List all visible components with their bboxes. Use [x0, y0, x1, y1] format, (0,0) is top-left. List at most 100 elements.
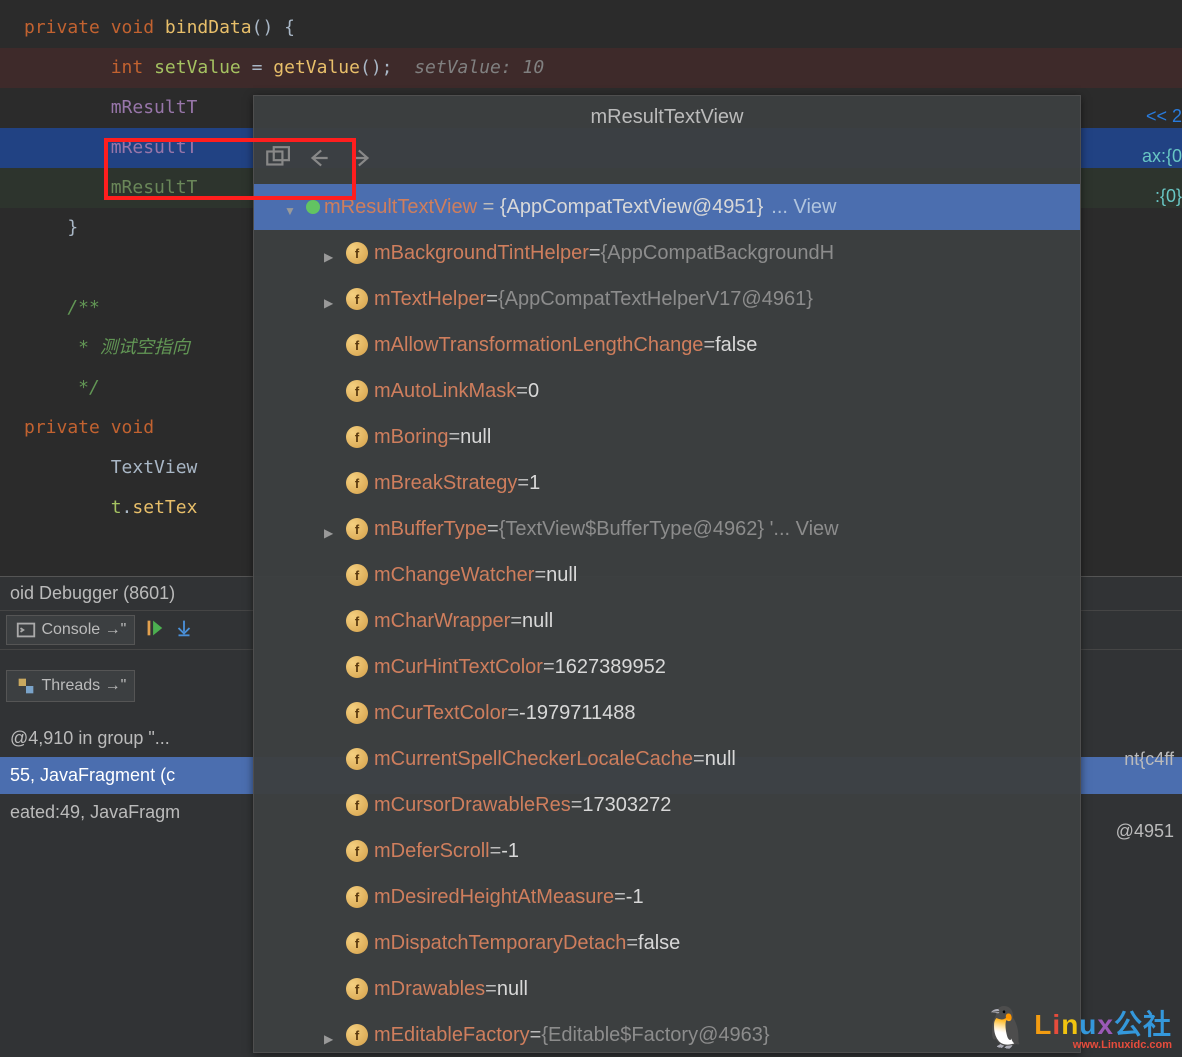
- field-value: null: [497, 978, 528, 1001]
- field-value: {AppCompatBackgroundH: [601, 242, 834, 265]
- field-value: -1979711488: [519, 702, 635, 725]
- tree-field-row[interactable]: fmChangeWatcher = null: [254, 552, 1080, 598]
- equals: =: [510, 610, 522, 633]
- tree-field-row[interactable]: f mCurHintTextColor = 1627389952: [254, 644, 1080, 690]
- threads-tab[interactable]: Threads →": [6, 670, 135, 702]
- tree-field-row[interactable]: fmAllowTransformationLengthChange = fals…: [254, 322, 1080, 368]
- field-value: null: [546, 564, 577, 587]
- equals: =: [485, 978, 497, 1001]
- tree-field-row[interactable]: fmCharWrapper = null: [254, 598, 1080, 644]
- equals: =: [614, 886, 626, 909]
- field-icon: f: [346, 610, 368, 632]
- tree-field-row[interactable]: fmAutoLinkMask = 0: [254, 368, 1080, 414]
- annotation: << 2: [1146, 96, 1182, 136]
- arrow-spacer: [324, 750, 342, 768]
- threads-icon: [15, 675, 37, 697]
- tree-field-row[interactable]: fmDesiredHeightAtMeasure = -1: [254, 874, 1080, 920]
- tree-field-row[interactable]: fmBackgroundTintHelper = {AppCompatBackg…: [254, 230, 1080, 276]
- annotation: :{0}: [1155, 176, 1182, 216]
- field-value: 1627389952: [555, 656, 666, 679]
- arrow-spacer: [324, 566, 342, 584]
- tree-field-row[interactable]: fmCurrentSpellCheckerLocaleCache = null: [254, 736, 1080, 782]
- arrow-spacer: [324, 934, 342, 952]
- expand-arrow-icon[interactable]: [324, 290, 342, 308]
- tree-field-row[interactable]: f mDrawables = null: [254, 966, 1080, 1012]
- expand-arrow-icon[interactable]: [324, 520, 342, 538]
- field-value: {TextView$BufferType@4962} '... View: [499, 518, 839, 541]
- field-icon: f: [346, 840, 368, 862]
- tree-field-row[interactable]: fmDeferScroll = -1: [254, 828, 1080, 874]
- field-name: mEditableFactory: [374, 1024, 530, 1047]
- field-name: mDispatchTemporaryDetach: [374, 932, 626, 955]
- code-line: private void bindData() {: [24, 8, 1182, 48]
- equals: =: [516, 380, 528, 403]
- tree-field-row[interactable]: fmEditableFactory = {Editable$Factory@49…: [254, 1012, 1080, 1052]
- equals: =: [626, 932, 638, 955]
- console-tab[interactable]: Console →": [6, 615, 135, 645]
- arrow-spacer: [324, 704, 342, 722]
- field-icon: f: [346, 288, 368, 310]
- arrow-spacer: [324, 428, 342, 446]
- tree-field-row[interactable]: fmBufferType = {TextView$BufferType@4962…: [254, 506, 1080, 552]
- evaluate-icon[interactable]: [264, 145, 290, 176]
- tree-field-row[interactable]: fmTextHelper = {AppCompatTextHelperV17@4…: [254, 276, 1080, 322]
- field-icon: f: [346, 564, 368, 586]
- field-icon: f: [346, 702, 368, 724]
- field-icon: f: [346, 380, 368, 402]
- arrow-spacer: [324, 612, 342, 630]
- annotation: ax:{0: [1142, 136, 1182, 176]
- forward-arrow-icon[interactable]: [348, 145, 374, 176]
- tree-field-row[interactable]: fmBreakStrategy = 1: [254, 460, 1080, 506]
- back-arrow-icon[interactable]: [306, 145, 332, 176]
- view-link[interactable]: ... View: [771, 196, 836, 219]
- field-icon: f: [346, 518, 368, 540]
- field-name: mCurHintTextColor: [374, 656, 543, 679]
- field-value: null: [705, 748, 736, 771]
- equals: =: [530, 1024, 542, 1047]
- arrow-spacer: [324, 796, 342, 814]
- tree-field-row[interactable]: fmBoring = null: [254, 414, 1080, 460]
- frame-info: nt{c4ff: [1124, 749, 1174, 770]
- field-name: mDrawables: [374, 978, 485, 1001]
- expand-arrow-icon[interactable]: [284, 198, 302, 216]
- equals: =: [507, 702, 519, 725]
- field-icon: f: [346, 794, 368, 816]
- step-down-icon[interactable]: [173, 617, 195, 644]
- field-name: mBoring: [374, 426, 448, 449]
- field-icon: f: [346, 242, 368, 264]
- field-name: mBreakStrategy: [374, 472, 517, 495]
- equals: =: [487, 518, 499, 541]
- field-name: mAutoLinkMask: [374, 380, 516, 403]
- equals: =: [693, 748, 705, 771]
- popup-tree[interactable]: mResultTextView = {AppCompatTextView@495…: [254, 184, 1080, 1052]
- equals: =: [486, 288, 498, 311]
- tree-root[interactable]: mResultTextView = {AppCompatTextView@495…: [254, 184, 1080, 230]
- equals: =: [703, 334, 715, 357]
- field-value: {AppCompatTextHelperV17@4961}: [498, 288, 813, 311]
- tree-field-row[interactable]: fmCursorDrawableRes = 17303272: [254, 782, 1080, 828]
- arrow-spacer: [324, 842, 342, 860]
- debug-inspect-popup[interactable]: mResultTextView mResultTextView = {AppCo…: [253, 95, 1081, 1053]
- var-name: mResultTextView: [324, 196, 477, 219]
- equals: =: [534, 564, 546, 587]
- tree-field-row[interactable]: fmDispatchTemporaryDetach = false: [254, 920, 1080, 966]
- arrow-spacer: [324, 980, 342, 998]
- equals: =: [543, 656, 555, 679]
- expand-arrow-icon[interactable]: [324, 1026, 342, 1044]
- field-icon: f: [346, 656, 368, 678]
- tree-field-row[interactable]: fmCurTextColor = -1979711488: [254, 690, 1080, 736]
- field-value: null: [522, 610, 553, 633]
- field-icon: f: [346, 886, 368, 908]
- expand-arrow-icon[interactable]: [324, 244, 342, 262]
- field-icon: f: [346, 978, 368, 1000]
- field-value: false: [638, 932, 680, 955]
- resume-icon[interactable]: [143, 617, 165, 644]
- penguin-icon: 🐧: [980, 1004, 1030, 1051]
- status-dot-icon: [306, 200, 320, 214]
- field-name: mAllowTransformationLengthChange: [374, 334, 703, 357]
- equals: =: [448, 426, 460, 449]
- popup-title: mResultTextView: [254, 96, 1080, 141]
- field-name: mDesiredHeightAtMeasure: [374, 886, 614, 909]
- equals: =: [571, 794, 583, 817]
- field-value: 1: [529, 472, 540, 495]
